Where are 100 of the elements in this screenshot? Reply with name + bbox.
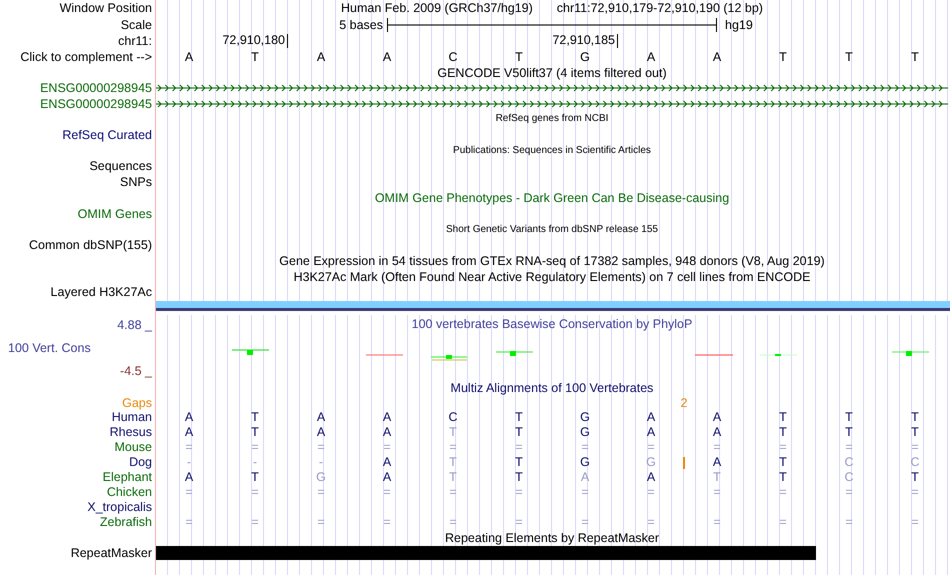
alignment-base: - [252, 456, 258, 469]
alignment-base: A [316, 411, 326, 424]
track-label: SNPs [120, 176, 152, 189]
alignment-base: = [185, 441, 193, 454]
track-title: 100 vertebrates Basewise Conservation by PhyloP [412, 318, 692, 331]
species-label: Mouse [114, 441, 152, 454]
alignment-base: A [382, 411, 392, 424]
track-title: GENCODE V50lift37 (4 items filtered out) [437, 66, 667, 79]
alignment-base: T [845, 426, 853, 439]
alignment-base: - [186, 456, 192, 469]
track-label: Sequences [89, 160, 152, 173]
alignment-base: C [910, 456, 920, 469]
alignment-base: = [317, 516, 325, 529]
base-letter[interactable]: T [911, 50, 919, 64]
row-label: chr11: [118, 34, 152, 48]
alignment-base: A [184, 471, 194, 484]
alignment-base: A [382, 456, 392, 469]
alignment-base: T [515, 456, 523, 469]
alignment-base: T [449, 471, 457, 484]
species-label: Human [112, 411, 152, 424]
row-label: Click to complement --> [20, 50, 152, 64]
row-label: Scale [120, 18, 152, 32]
alignment-base: A [712, 426, 722, 439]
base-letter[interactable]: T [779, 50, 787, 64]
track-title: Gene Expression in 54 tissues from GTEx RNA-seq of 17382 samples, 948 donors (V8, Aug 2019) [279, 255, 825, 268]
alignment-base: T [779, 471, 787, 484]
track-title: Publications: Sequences in Scientific Articles [453, 146, 651, 156]
alignment-base: = [449, 516, 457, 529]
alignment-base: C [844, 471, 854, 484]
base-letter[interactable]: A [646, 50, 656, 64]
alignment-base: A [580, 471, 590, 484]
position-range: chr11:72,910,179-72,910,190 (12 bp) [556, 2, 763, 15]
alignment-base: = [317, 441, 325, 454]
base-letter[interactable]: A [712, 50, 722, 64]
base-letter[interactable]: G [580, 50, 590, 64]
alignment-base: A [646, 411, 656, 424]
species-label: Chicken [106, 486, 152, 499]
gene-label: ENSG00000298945 [40, 98, 152, 110]
alignment-base: A [184, 426, 194, 439]
assembly-label: hg19 [724, 18, 754, 32]
alignment-base: A [646, 426, 656, 439]
alignment-base: = [911, 441, 919, 454]
row-label: Window Position [60, 2, 152, 15]
base-letter[interactable]: T [845, 50, 853, 64]
alignment-base: T [449, 456, 457, 469]
alignment-base: = [449, 486, 457, 499]
alignment-base: G [580, 456, 590, 469]
track-label: Gaps [122, 396, 152, 410]
gene-feature[interactable] [156, 100, 948, 108]
alignment-base: = [647, 516, 655, 529]
ruler-tick: 72,910,185 [552, 34, 618, 48]
alignment-base: = [185, 486, 193, 499]
base-letter[interactable]: T [251, 50, 259, 64]
assembly-name: Human Feb. 2009 (GRCh37/hg19) [341, 2, 533, 15]
track-label: RefSeq Curated [62, 128, 152, 142]
alignment-base: = [845, 516, 853, 529]
alignment-base: = [581, 486, 589, 499]
alignment-base: = [383, 486, 391, 499]
alignment-base: T [911, 426, 919, 439]
gene-label: ENSG00000298945 [40, 82, 152, 94]
species-label: X_tropicalis [87, 501, 152, 514]
base-letter[interactable]: A [382, 50, 392, 64]
alignment-base: A [184, 411, 194, 424]
base-letter[interactable]: T [515, 50, 523, 64]
alignment-base: A [316, 426, 326, 439]
alignment-base: C [448, 411, 458, 424]
alignment-base: = [383, 516, 391, 529]
alignment-base: = [449, 441, 457, 454]
alignment-base: T [515, 471, 523, 484]
alignment-base: T [251, 426, 259, 439]
alignment-base: A [382, 471, 392, 484]
track-label: RepeatMasker [70, 546, 152, 560]
alignment-base: = [911, 486, 919, 499]
axis-max-label: 4.88 _ [116, 318, 152, 331]
base-letter[interactable]: C [448, 50, 458, 64]
base-letter[interactable]: A [316, 50, 326, 64]
alignment-base: T [515, 411, 523, 424]
alignment-base: = [779, 441, 787, 454]
alignment-base: T [911, 411, 919, 424]
species-label: Dog [129, 456, 152, 469]
alignment-base: T [251, 411, 259, 424]
alignment-base: G [580, 411, 590, 424]
track-title: OMIM Gene Phenotypes - Dark Green Can Be Disease-causing [374, 192, 730, 204]
base-letter[interactable]: A [184, 50, 194, 64]
track-label: OMIM Genes [78, 208, 152, 220]
alignment-base: T [911, 471, 919, 484]
track-title: RefSeq genes from NCBI [496, 114, 608, 124]
alignment-base: A [382, 426, 392, 439]
alignment-base: T [515, 426, 523, 439]
alignment-base: = [251, 486, 259, 499]
track-label: Common dbSNP(155) [29, 239, 152, 252]
alignment-base: G [646, 456, 656, 469]
gene-feature[interactable] [156, 84, 948, 92]
alignment-base: A [712, 411, 722, 424]
alignment-base: = [779, 486, 787, 499]
alignment-base: A [712, 456, 722, 469]
alignment-base: = [713, 486, 721, 499]
alignment-base: = [185, 516, 193, 529]
alignment-base: = [911, 516, 919, 529]
track-title: Repeating Elements by RepeatMasker [444, 532, 659, 544]
